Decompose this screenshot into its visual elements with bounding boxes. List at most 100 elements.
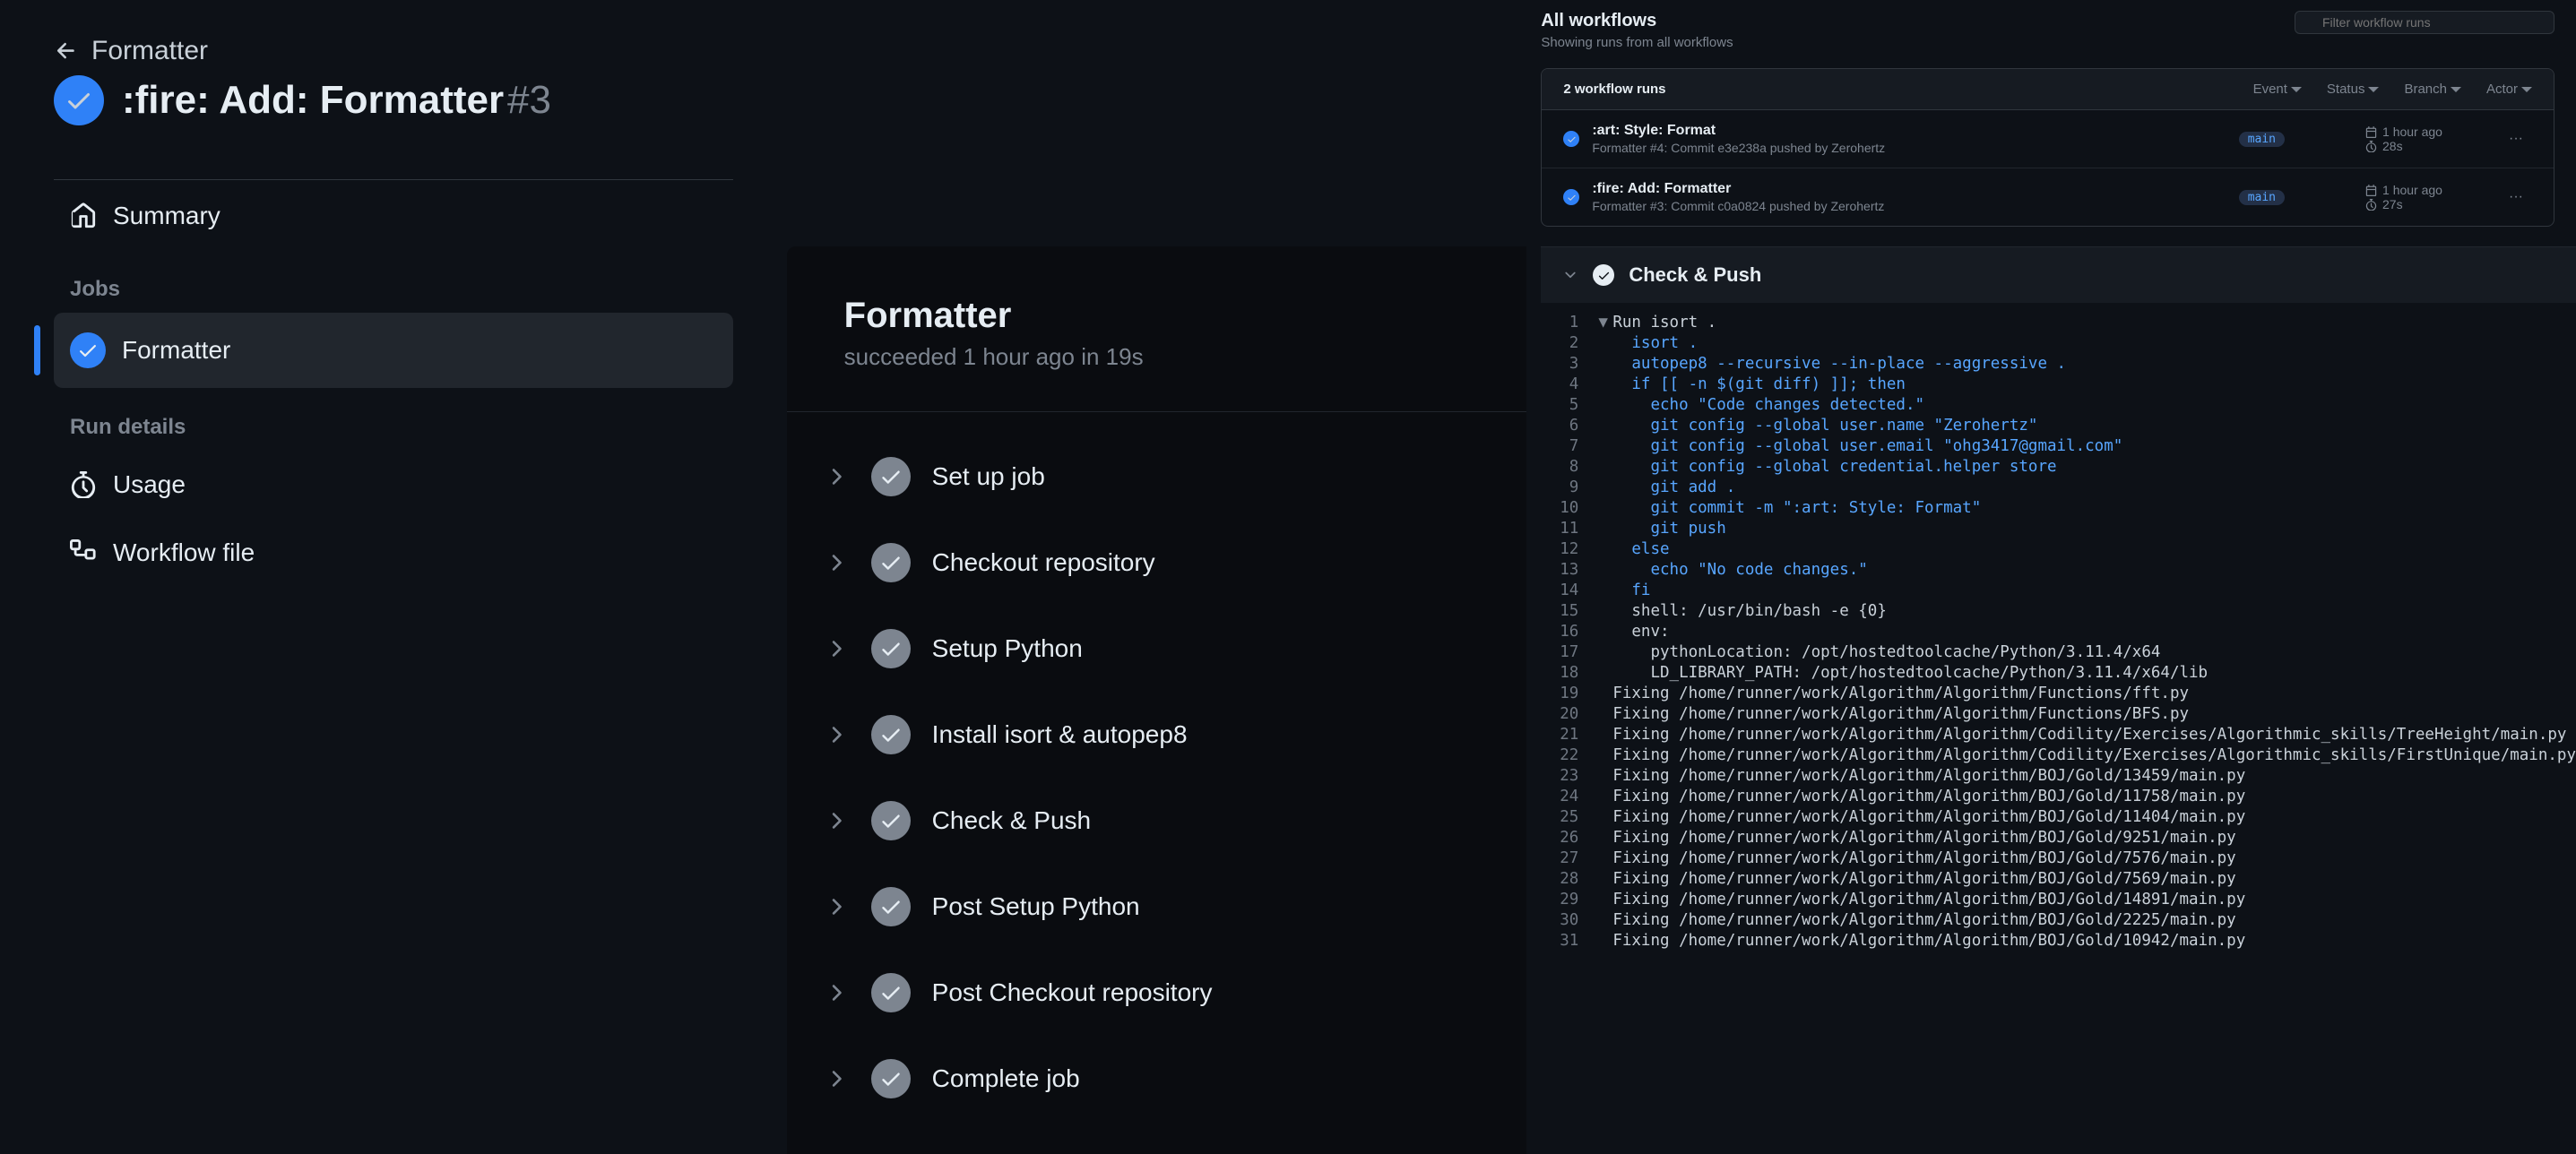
run-duration: 27s — [2365, 197, 2500, 211]
log-line: 1▼Run isort . — [1541, 312, 2576, 332]
nav-run-details-heading: Run details — [54, 388, 733, 451]
branch-tag[interactable]: main — [2239, 132, 2285, 147]
nav-usage[interactable]: Usage — [54, 451, 733, 519]
nav-job-formatter[interactable]: Formatter — [54, 313, 733, 388]
run-duration: 28s — [2365, 139, 2500, 153]
chevron-right-icon — [825, 894, 850, 919]
run-title: :fire: Add: Formatter — [122, 78, 504, 122]
log-line: 29 Fixing /home/runner/work/Algorithm/Al… — [1541, 889, 2576, 909]
job-title: Formatter — [844, 296, 1470, 336]
run-row[interactable]: :art: Style: Format Formatter #4: Commit … — [1542, 110, 2554, 168]
step-status-success-icon — [871, 629, 911, 668]
step-status-success-icon — [871, 973, 911, 1012]
log-line: 11 git push — [1541, 518, 2576, 538]
breadcrumb[interactable]: Formatter — [54, 36, 733, 66]
run-row-menu-button[interactable]: ··· — [2500, 125, 2532, 152]
log-line: 20 Fixing /home/runner/work/Algorithm/Al… — [1541, 703, 2576, 724]
log-line: 13 echo "No code changes." — [1541, 559, 2576, 580]
step-status-success-icon — [871, 801, 911, 840]
step-row[interactable]: Post Setup Python — [787, 864, 1527, 950]
caret-down-icon — [2521, 84, 2532, 95]
log-line: 8 git config --global credential.helper … — [1541, 456, 2576, 477]
chevron-right-icon — [825, 550, 850, 575]
chevron-right-icon — [825, 808, 850, 833]
log-line: 17 pythonLocation: /opt/hostedtoolcache/… — [1541, 642, 2576, 662]
log-line: 12 else — [1541, 538, 2576, 559]
run-filter-status[interactable]: Status — [2327, 82, 2380, 97]
step-label: Complete job — [932, 1064, 1080, 1093]
log-line: 19 Fixing /home/runner/work/Algorithm/Al… — [1541, 683, 2576, 703]
run-status-success-icon — [54, 75, 104, 125]
nav-jobs-heading: Jobs — [54, 250, 733, 313]
step-row[interactable]: Post Checkout repository — [787, 950, 1527, 1036]
run-row-sub: Formatter #4: Commit e3e238a pushed by Z… — [1592, 141, 2202, 155]
log-line: 10 git commit -m ":art: Style: Format" — [1541, 497, 2576, 518]
job-status-line: succeeded 1 hour ago in 19s — [844, 343, 1470, 371]
step-label: Check & Push — [932, 806, 1091, 835]
step-status-success-icon — [871, 887, 911, 926]
caret-down-icon — [2368, 84, 2379, 95]
run-row-title: :fire: Add: Formatter — [1592, 181, 2202, 197]
step-row[interactable]: Checkout repository — [787, 520, 1527, 606]
log-step-title: Check & Push — [1629, 263, 1761, 287]
log-line: 27 Fixing /home/runner/work/Algorithm/Al… — [1541, 848, 2576, 868]
filter-workflow-runs-input[interactable] — [2295, 11, 2554, 34]
log-line: 2 isort . — [1541, 332, 2576, 353]
chevron-right-icon — [825, 980, 850, 1005]
step-row[interactable]: Check & Push — [787, 778, 1527, 864]
step-label: Checkout repository — [932, 548, 1155, 577]
run-status-success-icon — [1563, 189, 1579, 205]
log-step-header[interactable]: Check & Push — [1541, 247, 2576, 303]
step-row[interactable]: Install isort & autopep8 — [787, 692, 1527, 778]
chevron-right-icon — [825, 1066, 850, 1091]
step-row[interactable]: Set up job — [787, 434, 1527, 520]
runs-count: 2 workflow runs — [1563, 82, 1665, 97]
step-label: Post Setup Python — [932, 892, 1140, 921]
log-line: 6 git config --global user.name "Zeroher… — [1541, 415, 2576, 435]
branch-tag[interactable]: main — [2239, 190, 2285, 205]
all-workflows-title: All workflows — [1541, 11, 1733, 31]
run-filter-actor[interactable]: Actor — [2486, 82, 2532, 97]
run-row-menu-button[interactable]: ··· — [2500, 184, 2532, 211]
run-time: 1 hour ago — [2365, 183, 2500, 197]
log-line: 24 Fixing /home/runner/work/Algorithm/Al… — [1541, 786, 2576, 806]
nav-summary-label: Summary — [113, 202, 220, 230]
run-row[interactable]: :fire: Add: Formatter Formatter #3: Commi… — [1542, 168, 2554, 226]
run-status-success-icon — [1563, 131, 1579, 147]
log-line: 15 shell: /usr/bin/bash -e {0} — [1541, 600, 2576, 621]
step-label: Install isort & autopep8 — [932, 720, 1188, 749]
run-filter-branch[interactable]: Branch — [2404, 82, 2461, 97]
step-row[interactable]: Setup Python — [787, 606, 1527, 692]
caret-down-icon — [2451, 84, 2461, 95]
log-line: 5 echo "Code changes detected." — [1541, 394, 2576, 415]
nav-usage-label: Usage — [113, 470, 186, 499]
run-number: #3 — [507, 78, 551, 122]
chevron-right-icon — [825, 722, 850, 747]
run-time: 1 hour ago — [2365, 125, 2500, 139]
log-line: 30 Fixing /home/runner/work/Algorithm/Al… — [1541, 909, 2576, 930]
step-status-success-icon — [871, 715, 911, 754]
chevron-right-icon — [825, 464, 850, 489]
log-line: 23 Fixing /home/runner/work/Algorithm/Al… — [1541, 765, 2576, 786]
calendar-icon — [2365, 185, 2377, 196]
nav-workflow-file[interactable]: Workflow file — [54, 519, 733, 587]
steps-list: Set up job Checkout repository Setup Pytho… — [787, 412, 1527, 1143]
chevron-right-icon — [825, 636, 850, 661]
log-line: 18 LD_LIBRARY_PATH: /opt/hostedtoolcache… — [1541, 662, 2576, 683]
step-label: Set up job — [932, 462, 1045, 491]
nav-workflow-file-label: Workflow file — [113, 538, 255, 567]
log-line: 3 autopep8 --recursive --in-place --aggr… — [1541, 353, 2576, 374]
stopwatch-icon — [70, 471, 97, 498]
breadcrumb-workflow[interactable]: Formatter — [91, 36, 208, 66]
nav-summary[interactable]: Summary — [54, 182, 733, 250]
stopwatch-icon — [2365, 199, 2377, 211]
step-label: Post Checkout repository — [932, 978, 1213, 1007]
step-status-success-icon — [871, 543, 911, 582]
step-row[interactable]: Complete job — [787, 1036, 1527, 1122]
run-row-sub: Formatter #3: Commit c0a0824 pushed by Z… — [1592, 199, 2202, 213]
job-status-success-icon — [70, 332, 106, 368]
log-body[interactable]: 1▼Run isort .2 isort .3 autopep8 --recur… — [1541, 303, 2576, 960]
log-line: 25 Fixing /home/runner/work/Algorithm/Al… — [1541, 806, 2576, 827]
run-filter-event[interactable]: Event — [2253, 82, 2302, 97]
run-row-title: :art: Style: Format — [1592, 123, 2202, 139]
